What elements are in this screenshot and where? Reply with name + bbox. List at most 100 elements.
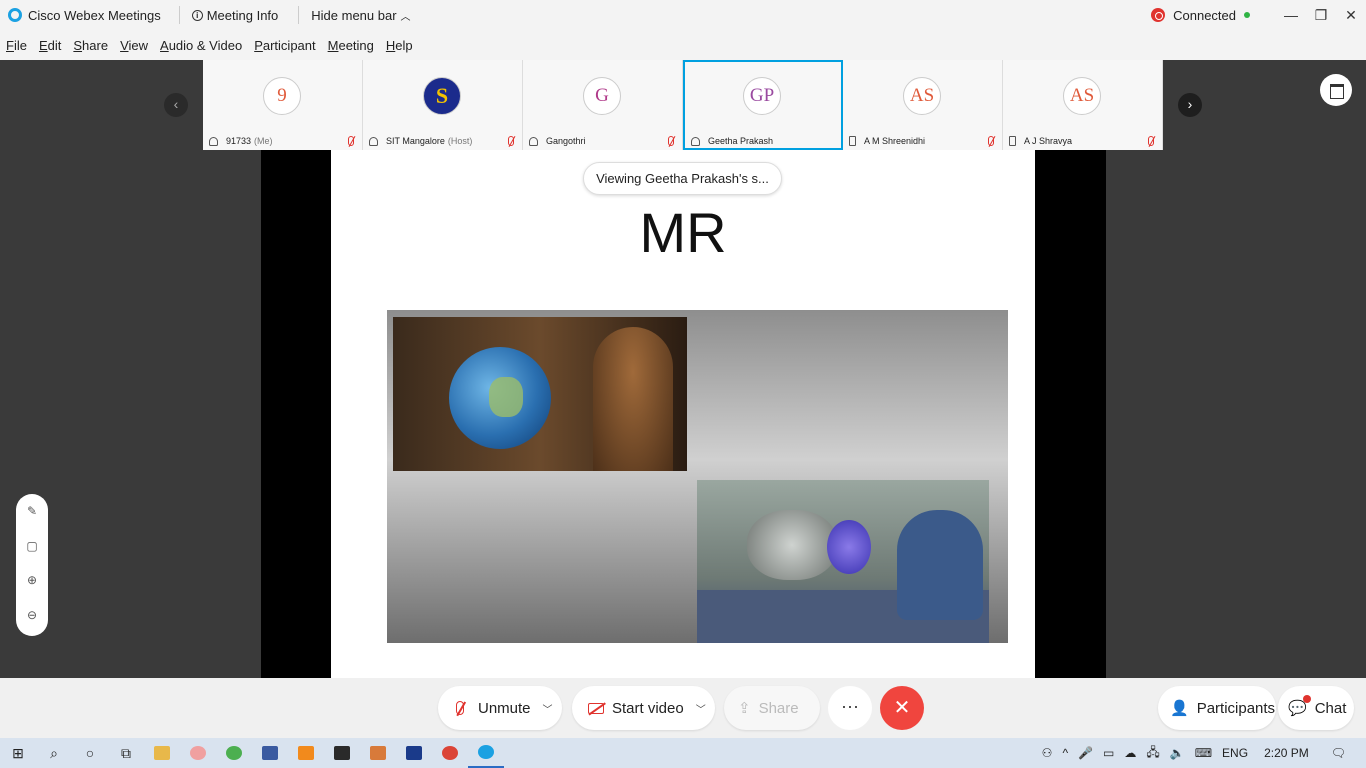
meeting-stage: MR ✎ ▢ ⊕ ⊖ [0, 150, 1366, 678]
avatar: G [583, 77, 621, 115]
phone-icon [849, 136, 856, 146]
app-icon[interactable] [396, 738, 432, 768]
menu-file[interactable]: File [6, 38, 27, 53]
menu-help[interactable]: Help [386, 38, 413, 53]
phone-icon [1009, 136, 1016, 146]
chevron-down-icon[interactable]: ﹀ [543, 701, 553, 716]
hide-menu-bar-button[interactable]: Hide menu bar ︿ [288, 0, 420, 30]
viewing-share-indicator[interactable]: Viewing Geetha Prakash's s... [583, 162, 782, 195]
strip-prev-button[interactable]: ‹ [164, 93, 188, 117]
chat-label: Chat [1314, 699, 1347, 717]
muted-mic-icon [988, 136, 994, 146]
host-logo-avatar [423, 77, 461, 115]
participant-role: (Me) [254, 136, 273, 146]
keyboard-icon[interactable]: ⌨ [1195, 746, 1212, 760]
vlc-icon[interactable] [288, 738, 324, 768]
chrome-icon[interactable] [216, 738, 252, 768]
menu-share[interactable]: Share [73, 38, 108, 53]
cortana-icon[interactable]: ○ [72, 738, 108, 768]
strip-next-button[interactable]: › [1178, 93, 1202, 117]
menu-view[interactable]: View [120, 38, 148, 53]
muted-mic-icon [508, 136, 514, 146]
participants-button[interactable]: 👤 Participants [1158, 686, 1276, 730]
clock-time[interactable]: 2:20 PM [1264, 746, 1309, 760]
chevron-up-icon[interactable]: ^ [1062, 746, 1068, 760]
app-icon[interactable] [252, 738, 288, 768]
menu-participant[interactable]: Participant [254, 38, 315, 53]
person-icon: 👤 [1170, 700, 1189, 717]
search-icon[interactable]: ⌕ [36, 738, 72, 768]
layout-calendar-button[interactable] [1320, 74, 1352, 106]
close-window-button[interactable]: ✕ [1336, 7, 1366, 24]
participants-label: Participants [1196, 699, 1276, 717]
connection-status: Connected [1173, 7, 1236, 23]
task-view-icon[interactable]: ⧉ [108, 738, 144, 768]
muted-mic-icon [668, 136, 674, 146]
participant-role: (Host) [447, 136, 473, 146]
end-meeting-button[interactable]: ✕ [880, 686, 924, 730]
mic-icon[interactable]: 🎤 [1078, 746, 1093, 760]
minimize-button[interactable]: — [1276, 7, 1306, 23]
more-options-button[interactable]: ··· [828, 686, 872, 730]
participant-tile-active-speaker[interactable]: GP Geetha Prakash [683, 60, 843, 150]
participant-tile[interactable]: 9 91733 (Me) [203, 60, 363, 150]
participant-tile[interactable]: AS A M Shreenidhi [843, 60, 1003, 150]
app-icon[interactable] [360, 738, 396, 768]
input-language[interactable]: ENG [1222, 746, 1248, 760]
participant-tile[interactable]: SIT Mangalore (Host) [363, 60, 523, 150]
webex-logo-icon [8, 8, 22, 22]
file-explorer-icon[interactable] [144, 738, 180, 768]
participant-name: SIT Mangalore [386, 136, 445, 146]
muted-mic-icon [348, 136, 354, 146]
volume-icon[interactable]: 🔈 [1170, 746, 1185, 760]
pen-icon[interactable]: ✎ [16, 504, 48, 518]
avatar: AS [903, 77, 941, 115]
windows-start-icon[interactable]: ⊞ [0, 738, 36, 768]
menu-audio-video[interactable]: Audio & Video [160, 38, 242, 53]
unmute-button[interactable]: Unmute ﹀ [438, 686, 562, 730]
unread-badge [1303, 695, 1311, 703]
menu-bar: File Edit Share View Audio & Video Parti… [0, 30, 1366, 60]
avatar: 9 [263, 77, 301, 115]
people-icon[interactable]: ⚇ [1042, 746, 1053, 760]
camera-off-icon [588, 702, 604, 714]
turbine-graphic [747, 510, 837, 580]
person-headset-graphic [593, 327, 673, 471]
app-icon[interactable] [324, 738, 360, 768]
headset-icon [691, 136, 700, 146]
cloud-icon[interactable]: ☁ [1124, 746, 1136, 760]
meeting-info-button[interactable]: i Meeting Info [169, 0, 289, 30]
meeting-info-label: Meeting Info [206, 7, 279, 23]
zoom-in-icon[interactable]: ⊕ [16, 573, 48, 587]
share-button[interactable]: ⇪ Share [724, 686, 820, 730]
menu-edit[interactable]: Edit [39, 38, 61, 53]
chevron-down-icon[interactable]: ﹀ [696, 701, 706, 716]
restore-button[interactable]: ❐ [1306, 7, 1336, 24]
chrome-icon[interactable] [432, 738, 468, 768]
slide-title: MR [639, 201, 727, 264]
separator [178, 6, 180, 24]
network-icon[interactable]: 🖧 [1146, 743, 1159, 764]
shared-slide: MR [331, 150, 1035, 678]
chat-button[interactable]: 💬 Chat [1278, 686, 1354, 730]
menu-meeting[interactable]: Meeting [328, 38, 374, 53]
participant-tile[interactable]: AS A J Shravya [1003, 60, 1163, 150]
participant-tile[interactable]: G Gangothri [523, 60, 683, 150]
eraser-icon[interactable]: ▢ [16, 539, 48, 553]
unmute-label: Unmute [478, 699, 531, 717]
participant-name: 91733 [226, 136, 252, 146]
annotation-toolbar: ✎ ▢ ⊕ ⊖ [16, 494, 48, 636]
webex-taskbar-icon[interactable] [468, 738, 504, 768]
headset-icon [209, 136, 218, 146]
zoom-out-icon[interactable]: ⊖ [16, 608, 48, 622]
info-icon: i [191, 9, 203, 21]
turbine-hologram-image [697, 480, 989, 643]
hologram-graphic [827, 520, 871, 574]
participant-name: A J Shravya [1024, 136, 1073, 146]
participant-name: Geetha Prakash [708, 136, 774, 146]
system-tray: ⚇ ^ 🎤 ▭ ☁ 🖧 🔈 ⌨ ENG 2:20 PM 🗨 [1042, 738, 1366, 768]
notifications-icon[interactable]: 🗨 [1331, 746, 1346, 760]
app-icon[interactable] [180, 738, 216, 768]
battery-icon[interactable]: ▭ [1103, 746, 1114, 760]
start-video-button[interactable]: Start video ﹀ [572, 686, 715, 730]
